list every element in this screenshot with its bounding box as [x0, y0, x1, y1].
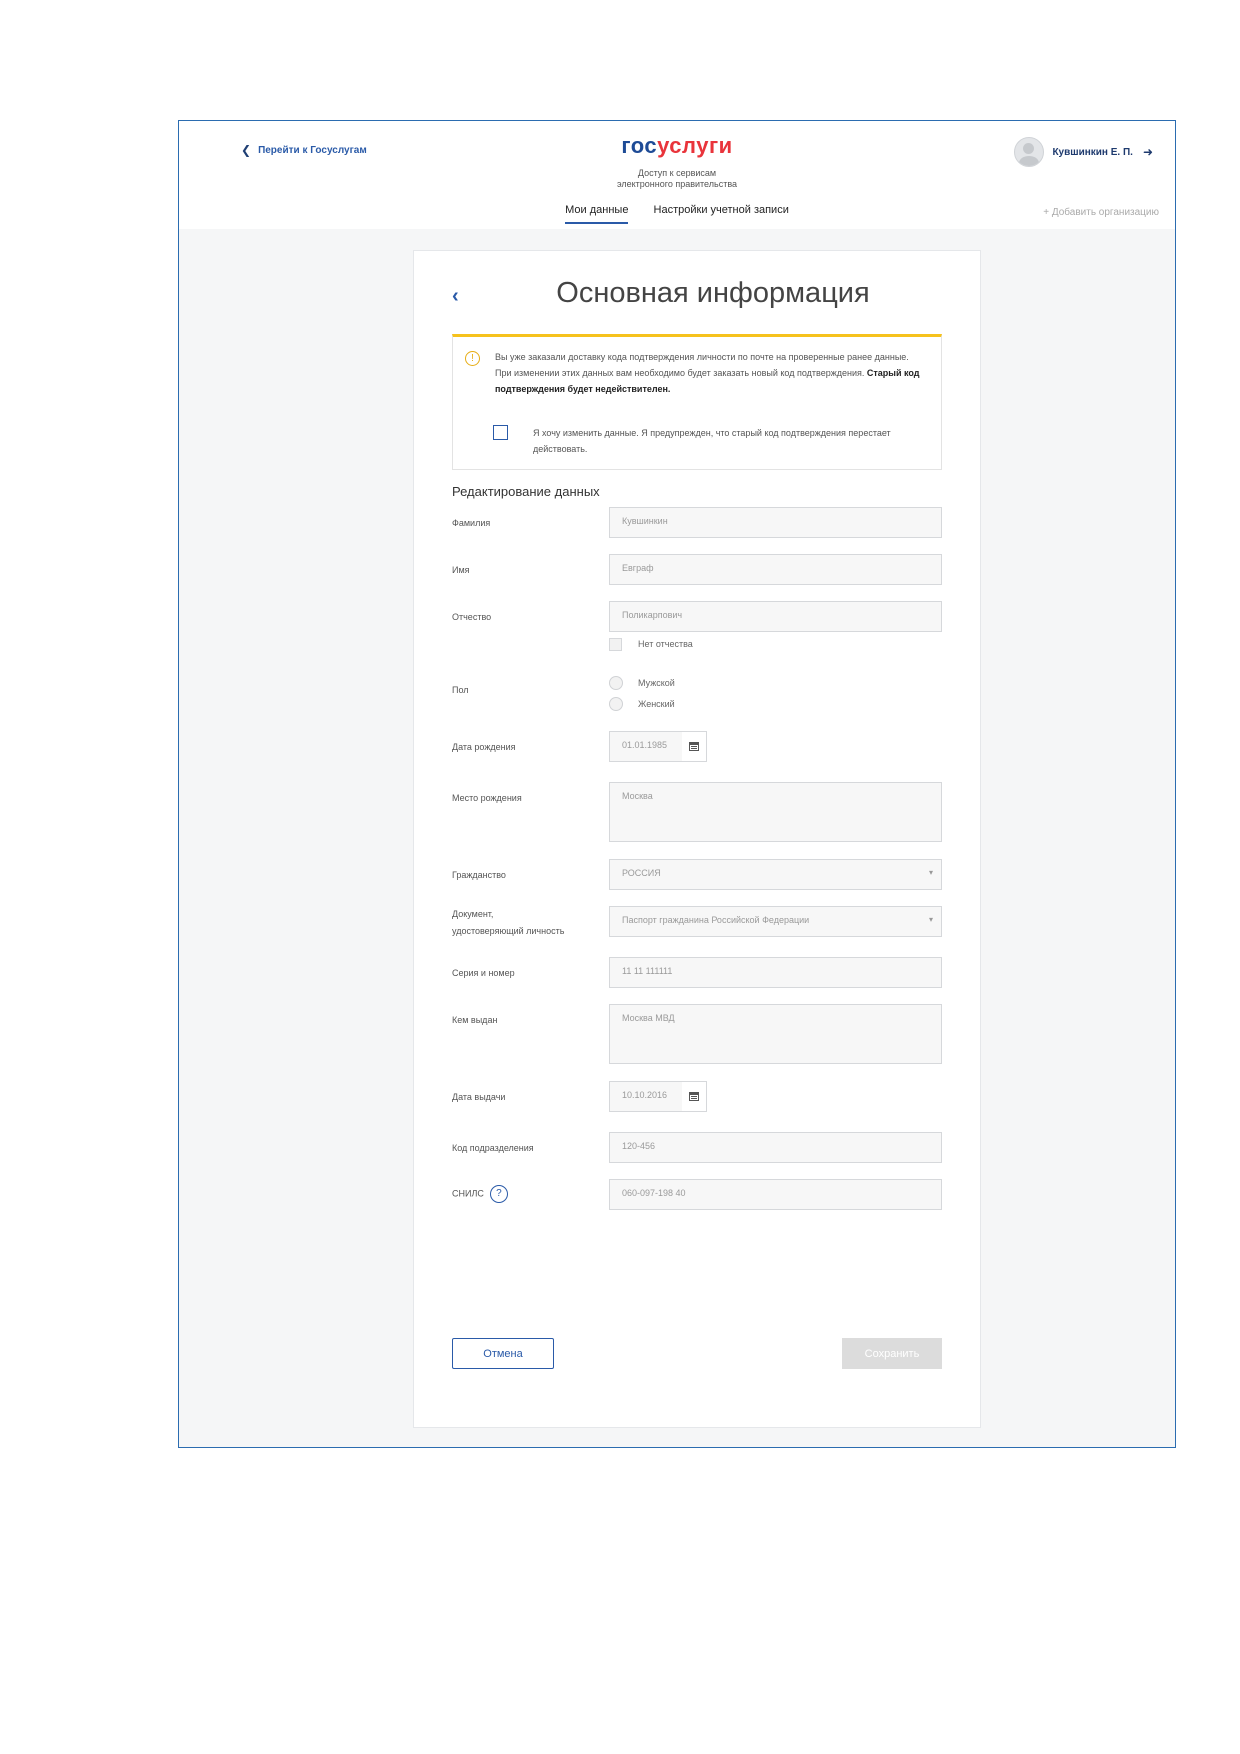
issue-date-calendar-button[interactable] — [682, 1081, 707, 1112]
issue-date-label: Дата выдачи — [452, 1092, 506, 1102]
agree-checkbox[interactable] — [493, 425, 508, 440]
birth-place-label: Место рождения — [452, 793, 522, 803]
page-header: ❮ Перейти к Госуслугам госуслуги Доступ … — [179, 121, 1175, 229]
warning-icon: ! — [465, 351, 480, 366]
tab-account-settings[interactable]: Настройки учетной записи — [654, 204, 789, 222]
cancel-button[interactable]: Отмена — [452, 1338, 554, 1369]
warning-notice: ! Вы уже заказали доставку кода подтверж… — [452, 334, 942, 470]
help-icon[interactable]: ? — [489, 1185, 508, 1203]
main-card: ‹ Основная информация ! Вы уже заказали … — [413, 250, 981, 1428]
name-input[interactable]: Евграф — [609, 554, 942, 585]
gender-label: Пол — [452, 685, 469, 695]
page-title: Основная информация — [556, 277, 870, 309]
save-button[interactable]: Сохранить — [842, 1338, 942, 1369]
gender-male-radio[interactable] — [609, 676, 623, 690]
notice-text: Вы уже заказали доставку кода подтвержде… — [495, 352, 920, 394]
birth-date-calendar-button[interactable] — [682, 731, 707, 762]
user-name: Кувшинкин Е. П. — [1052, 146, 1133, 158]
citizenship-label: Гражданство — [452, 870, 506, 880]
avatar — [1014, 137, 1045, 167]
issued-by-input[interactable]: Москва МВД — [609, 1004, 942, 1064]
no-patronymic-checkbox[interactable] — [609, 638, 622, 651]
division-code-input[interactable]: 120-456 — [609, 1132, 942, 1163]
section-title: Редактирование данных — [452, 484, 600, 499]
snils-input[interactable]: 060-097-198 40 — [609, 1179, 942, 1210]
user-menu[interactable]: Кувшинкин Е. П. ➜ — [1014, 137, 1153, 167]
logout-icon[interactable]: ➜ — [1143, 145, 1153, 159]
name-label: Имя — [452, 565, 470, 575]
birth-date-label: Дата рождения — [452, 742, 516, 752]
birth-place-input[interactable]: Москва — [609, 782, 942, 842]
surname-label: Фамилия — [452, 518, 491, 528]
gender-male-label: Мужской — [638, 678, 675, 688]
tab-my-data[interactable]: Мои данные — [565, 204, 629, 224]
document-select[interactable]: Паспорт гражданина Российской Федерации — [609, 906, 942, 937]
issue-date-input[interactable]: 10.10.2016 — [609, 1081, 684, 1112]
calendar-icon — [689, 742, 699, 751]
no-patronymic-label: Нет отчества — [638, 639, 693, 649]
division-code-label: Код подразделения — [452, 1143, 534, 1153]
calendar-icon — [689, 1092, 699, 1101]
tabs: Мои данные Настройки учетной записи — [179, 204, 1175, 224]
birth-date-input[interactable]: 01.01.1985 — [609, 731, 684, 762]
agree-label: Я хочу изменить данные. Я предупрежден, … — [533, 428, 891, 454]
document-label: Документ, удостоверяющий личность — [452, 909, 565, 936]
gender-female-label: Женский — [638, 699, 675, 709]
issued-by-label: Кем выдан — [452, 1015, 498, 1025]
snils-label: СНИЛС? — [452, 1185, 508, 1203]
citizenship-select[interactable]: РОССИЯ — [609, 859, 942, 890]
gender-female-radio[interactable] — [609, 697, 623, 711]
add-organization-link[interactable]: + Добавить организацию — [1043, 207, 1159, 218]
patronymic-label: Отчество — [452, 612, 492, 622]
series-number-label: Серия и номер — [452, 968, 515, 978]
patronymic-input[interactable]: Поликарпович — [609, 601, 942, 632]
browser-frame: ❮ Перейти к Госуслугам госуслуги Доступ … — [178, 120, 1176, 1448]
surname-input[interactable]: Кувшинкин — [609, 507, 942, 538]
series-number-input[interactable]: 11 11 111111 — [609, 957, 942, 988]
logo-tagline: Доступ к сервисам электронного правитель… — [616, 168, 738, 189]
